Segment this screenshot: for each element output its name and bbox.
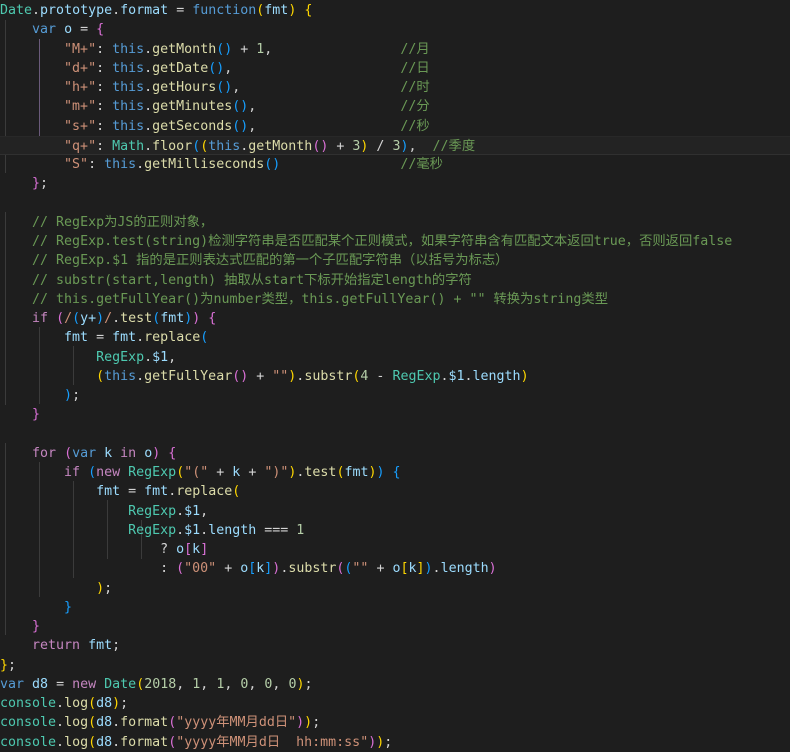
code-line[interactable]: : ("00" + o[k]).substr(("" + o[k]).lengt… bbox=[0, 559, 790, 578]
code-line[interactable]: if (new RegExp("(" + k + ")").test(fmt))… bbox=[0, 463, 790, 482]
code-line[interactable]: if (/(y+)/.test(fmt)) { bbox=[0, 309, 790, 328]
code-line[interactable]: RegExp.$1.length === 1 bbox=[0, 521, 790, 540]
code-editor[interactable]: Date.prototype.format = function(fmt) { … bbox=[0, 0, 790, 750]
code-line[interactable]: fmt = fmt.replace( bbox=[0, 328, 790, 347]
code-line[interactable]: ); bbox=[0, 386, 790, 405]
code-line[interactable]: "S": this.getMilliseconds() //毫秒 bbox=[0, 155, 790, 174]
code-line[interactable]: } bbox=[0, 617, 790, 636]
code-line-comment[interactable]: // this.getFullYear()为number类型，this.getF… bbox=[0, 290, 790, 309]
code-line[interactable]: (this.getFullYear() + "").substr(4 - Reg… bbox=[0, 367, 790, 386]
code-line[interactable]: "m+": this.getMinutes(), //分 bbox=[0, 97, 790, 116]
code-line[interactable]: ? o[k] bbox=[0, 540, 790, 559]
code-line[interactable]: RegExp.$1, bbox=[0, 502, 790, 521]
code-line[interactable]: return fmt; bbox=[0, 636, 790, 655]
code-line[interactable]: for (var k in o) { bbox=[0, 444, 790, 463]
code-line[interactable]: } bbox=[0, 598, 790, 617]
code-line-comment[interactable]: // RegExp为JS的正则对象， bbox=[0, 213, 790, 232]
code-line[interactable]: console.log(d8); bbox=[0, 694, 790, 713]
code-line[interactable]: } bbox=[0, 405, 790, 424]
code-line[interactable]: }; bbox=[0, 656, 790, 675]
code-line[interactable]: "h+": this.getHours(), //时 bbox=[0, 78, 790, 97]
code-line[interactable]: var d8 = new Date(2018, 1, 1, 0, 0, 0); bbox=[0, 675, 790, 694]
code-line[interactable]: console.log(d8.format("yyyy年MM月d日 hh:mm:… bbox=[0, 733, 790, 752]
code-line-blank[interactable] bbox=[0, 425, 790, 444]
code-line[interactable]: console.log(d8.format("yyyy年MM月dd日")); bbox=[0, 713, 790, 732]
code-line[interactable]: fmt = fmt.replace( bbox=[0, 482, 790, 501]
code-line-comment[interactable]: // RegExp.$1 指的是正则表达式匹配的第一个子匹配字符串（以括号为标志… bbox=[0, 251, 790, 270]
code-line[interactable]: ); bbox=[0, 579, 790, 598]
code-line[interactable]: "M+": this.getMonth() + 1, //月 bbox=[0, 40, 790, 59]
code-line[interactable]: RegExp.$1, bbox=[0, 348, 790, 367]
code-line-blank[interactable] bbox=[0, 194, 790, 213]
code-lines[interactable]: Date.prototype.format = function(fmt) { … bbox=[0, 1, 790, 752]
code-line[interactable]: var o = { bbox=[0, 20, 790, 39]
code-line[interactable]: Date.prototype.format = function(fmt) { bbox=[0, 1, 790, 20]
code-line-comment[interactable]: // RegExp.test(string)检测字符串是否匹配某个正则模式，如果… bbox=[0, 232, 790, 251]
code-line[interactable]: "d+": this.getDate(), //日 bbox=[0, 59, 790, 78]
code-line[interactable]: }; bbox=[0, 174, 790, 193]
code-line[interactable]: "s+": this.getSeconds(), //秒 bbox=[0, 117, 790, 136]
code-line-comment[interactable]: // substr(start,length) 抽取从start下标开始指定le… bbox=[0, 271, 790, 290]
code-line-active[interactable]: "q+": Math.floor((this.getMonth() + 3) /… bbox=[0, 135, 790, 155]
